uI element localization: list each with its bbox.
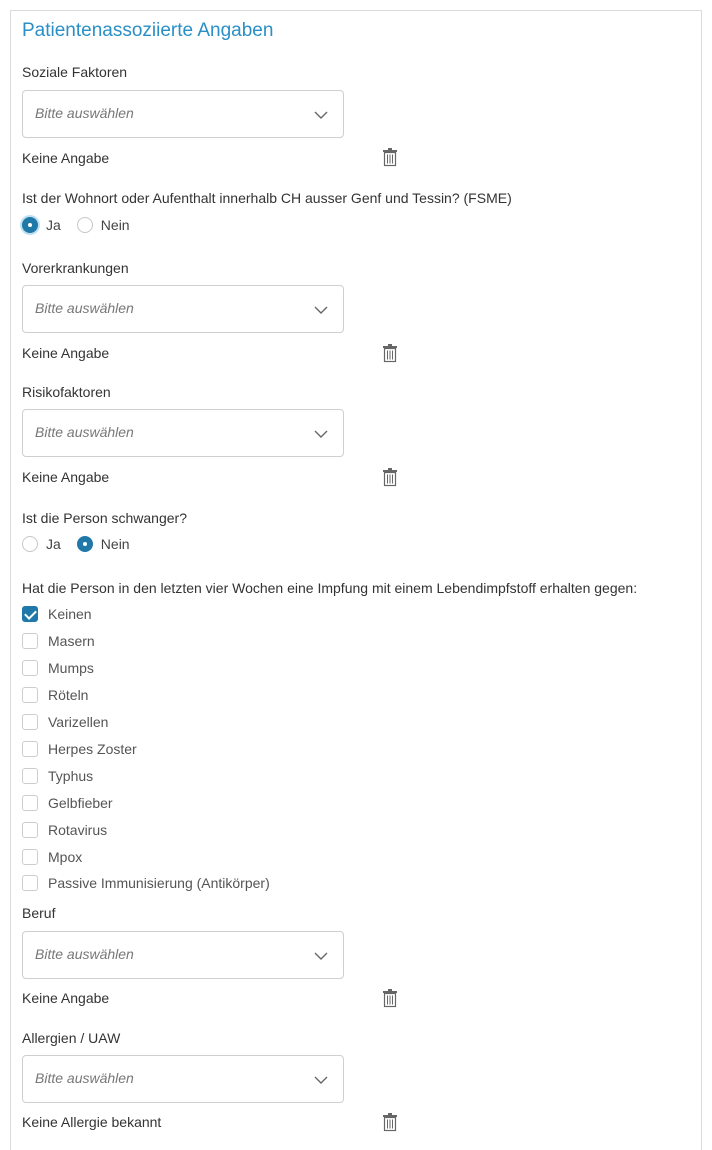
trash-icon[interactable] (382, 1112, 398, 1132)
schwanger-radio-group: Ja Nein (22, 534, 146, 554)
checkbox-row-rotavirus[interactable]: Rotavirus (22, 821, 107, 839)
checkbox-row-keinen[interactable]: Keinen (22, 605, 92, 623)
checkbox-label[interactable]: Masern (48, 633, 95, 649)
allergien-value: Keine Allergie bekannt (22, 1114, 162, 1130)
select-placeholder: Bitte auswählen (35, 946, 134, 962)
fsme-radio-nein[interactable] (76, 217, 93, 233)
checkbox-label[interactable]: Röteln (48, 687, 88, 703)
checkbox-label[interactable]: Mumps (48, 660, 94, 676)
impfung-question: Hat die Person in den letzten vier Woche… (22, 580, 638, 596)
checkbox[interactable] (22, 660, 38, 676)
checkbox-row-mpox[interactable]: Mpox (22, 848, 82, 866)
select-placeholder: Bitte auswählen (35, 300, 134, 316)
checkbox-row-herpes-zoster[interactable]: Herpes Zoster (22, 740, 137, 758)
checkbox-row-varizellen[interactable]: Varizellen (22, 713, 108, 731)
chevron-down-icon (314, 1076, 328, 1084)
checkbox[interactable] (22, 875, 38, 891)
checkbox[interactable] (22, 822, 38, 838)
trash-icon[interactable] (382, 467, 398, 487)
fsme-radio-group: Ja Nein (22, 215, 146, 235)
checkbox-label[interactable]: Rotavirus (48, 822, 107, 838)
trash-icon[interactable] (382, 147, 398, 167)
checkbox-row-typhus[interactable]: Typhus (22, 767, 93, 785)
risikofaktoren-value: Keine Angabe (22, 469, 110, 485)
checkbox-label[interactable]: Varizellen (48, 714, 108, 730)
checkbox-row-passive-immunisierung[interactable]: Passive Immunisierung (Antikörper) (22, 874, 270, 892)
schwanger-label-nein[interactable]: Nein (101, 536, 130, 552)
select-placeholder: Bitte auswählen (35, 105, 134, 121)
checkbox[interactable] (22, 606, 38, 622)
checkbox-label[interactable]: Passive Immunisierung (Antikörper) (48, 875, 270, 891)
checkbox-label[interactable]: Typhus (48, 768, 93, 784)
beruf-select[interactable]: Bitte auswählen (22, 931, 344, 979)
soziale-faktoren-label: Soziale Faktoren (22, 64, 128, 80)
soziale-faktoren-value: Keine Angabe (22, 150, 110, 166)
checkbox-row-roeteln[interactable]: Röteln (22, 686, 88, 704)
checkbox-label[interactable]: Herpes Zoster (48, 741, 137, 757)
fsme-radio-ja[interactable] (22, 217, 38, 233)
select-placeholder: Bitte auswählen (35, 1070, 134, 1086)
fsme-label-nein[interactable]: Nein (101, 217, 130, 233)
select-placeholder: Bitte auswählen (35, 424, 134, 440)
trash-icon[interactable] (382, 343, 398, 363)
risikofaktoren-select[interactable]: Bitte auswählen (22, 409, 344, 457)
risikofaktoren-label: Risikofaktoren (22, 384, 111, 400)
beruf-value: Keine Angabe (22, 990, 110, 1006)
chevron-down-icon (314, 111, 328, 119)
checkbox-row-masern[interactable]: Masern (22, 632, 95, 650)
chevron-down-icon (314, 952, 328, 960)
checkbox[interactable] (22, 633, 38, 649)
checkbox-row-mumps[interactable]: Mumps (22, 659, 94, 677)
checkbox-label[interactable]: Gelbfieber (48, 795, 113, 811)
schwanger-question: Ist die Person schwanger? (22, 510, 187, 526)
trash-icon[interactable] (382, 988, 398, 1008)
allergien-select[interactable]: Bitte auswählen (22, 1055, 344, 1103)
section-title: Patientenassoziierte Angaben (22, 20, 274, 41)
vorerkrankungen-select[interactable]: Bitte auswählen (22, 285, 344, 333)
checkbox-label[interactable]: Mpox (48, 849, 82, 865)
checkbox[interactable] (22, 714, 38, 730)
checkbox[interactable] (22, 687, 38, 703)
checkbox[interactable] (22, 849, 38, 865)
checkbox-row-gelbfieber[interactable]: Gelbfieber (22, 794, 113, 812)
allergien-label: Allergien / UAW (22, 1030, 121, 1046)
schwanger-radio-ja[interactable] (22, 536, 38, 552)
checkbox-label[interactable]: Keinen (48, 606, 92, 622)
fsme-label-ja[interactable]: Ja (46, 217, 61, 233)
vorerkrankungen-label: Vorerkrankungen (22, 260, 129, 276)
fsme-question: Ist der Wohnort oder Aufenthalt innerhal… (22, 190, 512, 206)
chevron-down-icon (314, 430, 328, 438)
schwanger-label-ja[interactable]: Ja (46, 536, 61, 552)
checkbox[interactable] (22, 795, 38, 811)
vorerkrankungen-value: Keine Angabe (22, 345, 110, 361)
soziale-faktoren-select[interactable]: Bitte auswählen (22, 90, 344, 138)
beruf-label: Beruf (22, 905, 56, 921)
chevron-down-icon (314, 306, 328, 314)
checkbox[interactable] (22, 768, 38, 784)
schwanger-radio-nein[interactable] (76, 536, 93, 552)
checkbox[interactable] (22, 741, 38, 757)
